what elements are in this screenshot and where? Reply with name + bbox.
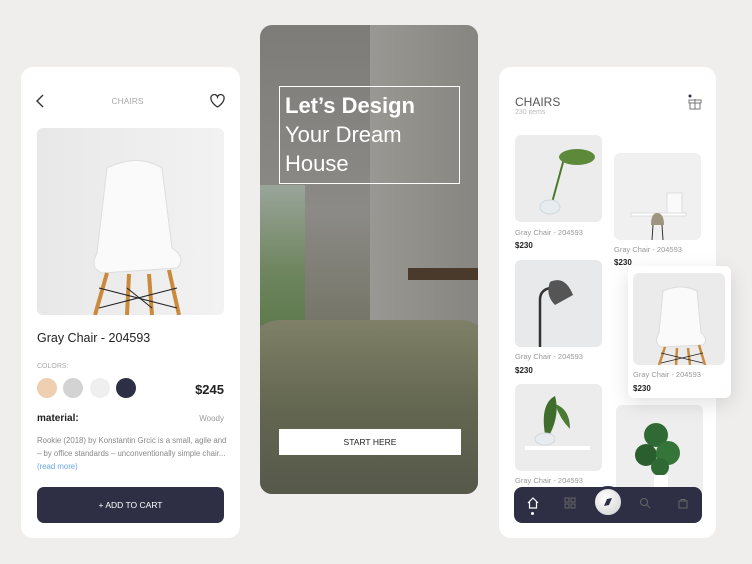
product-image-lamp[interactable] — [515, 260, 602, 347]
item-price: $230 — [515, 241, 533, 250]
material-value: Woody — [199, 414, 224, 423]
table — [408, 268, 478, 280]
color-swatch-navy[interactable] — [116, 378, 136, 398]
hero-title-box: Let’s Design Your Dream House — [279, 86, 460, 184]
colors-label: COLORS: — [37, 363, 69, 370]
featured-product-image — [633, 273, 725, 365]
home-icon[interactable] — [527, 497, 539, 509]
grid-icon[interactable] — [564, 497, 576, 509]
product-image — [37, 128, 224, 315]
catalog-title: CHAIRS — [515, 95, 561, 109]
search-icon[interactable] — [639, 497, 651, 509]
start-here-button[interactable]: START HERE — [279, 429, 461, 455]
bag-icon[interactable] — [677, 497, 689, 509]
product-description: Rookie (2018) by Konstantin Grcic is a s… — [37, 434, 227, 473]
active-indicator — [531, 512, 534, 515]
color-swatch-gray[interactable] — [63, 378, 83, 398]
color-swatch-white[interactable] — [90, 378, 110, 398]
item-name: Gray Chair - 204593 — [515, 352, 583, 361]
material-label: material: — [37, 413, 79, 424]
hero-line-2: Your Dream — [285, 122, 402, 147]
add-to-cart-button[interactable]: + ADD TO CART — [37, 487, 224, 523]
detail-title: CHAIRS — [111, 96, 144, 106]
catalog-count: 230 items — [515, 109, 546, 116]
heart-icon[interactable] — [210, 94, 225, 108]
product-image-leaf-vase[interactable] — [515, 384, 602, 471]
color-swatch-beige[interactable] — [37, 378, 57, 398]
item-price: $230 — [614, 258, 632, 267]
item-name: Gray Chair - 204593 — [515, 476, 583, 485]
compass-button[interactable] — [592, 486, 624, 518]
sofa — [260, 320, 478, 494]
back-icon[interactable] — [34, 94, 46, 108]
hero-line-1: Let’s Design — [285, 93, 415, 118]
product-image-fiddle-plant[interactable] — [616, 405, 703, 495]
product-price: $245 — [195, 382, 224, 397]
window-view — [260, 185, 305, 325]
read-more-link[interactable]: (read more) — [37, 462, 78, 471]
gift-icon[interactable] — [687, 94, 703, 110]
product-name: Gray Chair - 204593 — [37, 331, 151, 345]
description-text: Rookie (2018) by Konstantin Grcic is a s… — [37, 436, 227, 458]
item-price: $230 — [515, 366, 533, 375]
product-image-desk[interactable] — [614, 153, 701, 240]
compass-icon — [604, 498, 612, 506]
hero-line-3: House — [285, 151, 349, 176]
item-name: Gray Chair - 204593 — [614, 245, 682, 254]
featured-item-name: Gray Chair - 204593 — [633, 370, 701, 379]
product-image-plant-vase[interactable] — [515, 135, 602, 222]
featured-item-price: $230 — [633, 384, 651, 393]
item-name: Gray Chair - 204593 — [515, 228, 583, 237]
